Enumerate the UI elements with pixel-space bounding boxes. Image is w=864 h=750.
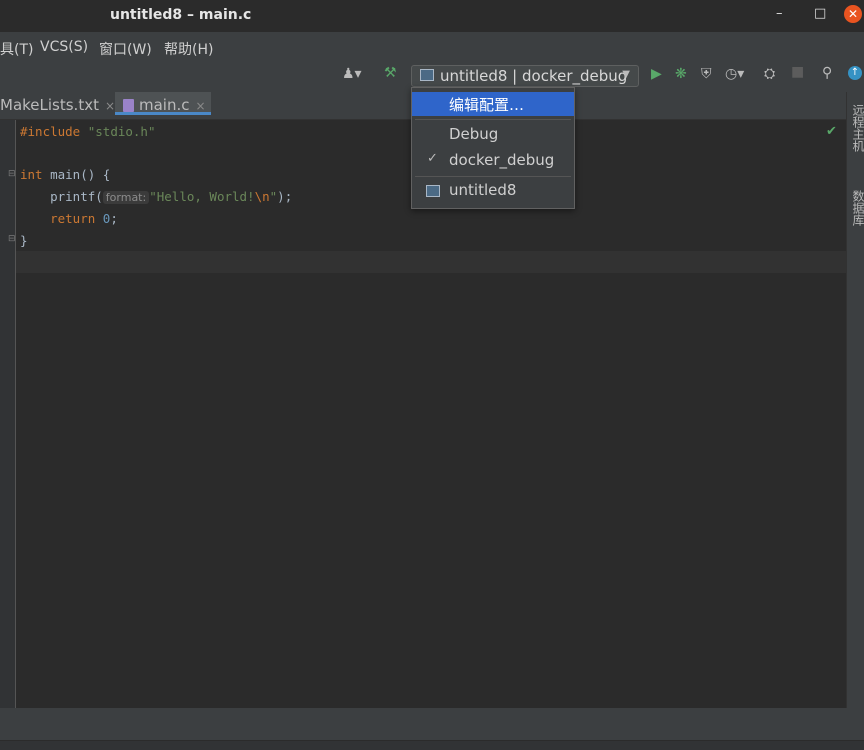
- close-icon[interactable]: ×: [196, 99, 206, 113]
- search-icon[interactable]: ⚲: [822, 65, 832, 81]
- config-item-debug[interactable]: Debug: [412, 123, 574, 147]
- run-config-label: untitled8 | docker_debug: [440, 67, 628, 85]
- run-icon[interactable]: ▶: [651, 66, 662, 82]
- close-icon[interactable]: ×: [105, 99, 115, 113]
- separator: [415, 119, 571, 120]
- code-line-6: }: [20, 233, 28, 248]
- title-bar: untitled8 – main.c – □ ✕: [0, 0, 864, 32]
- minimize-button[interactable]: –: [776, 6, 783, 21]
- right-tool-panel: 远程主机 数据库: [846, 92, 864, 708]
- check-icon: ✓: [427, 151, 438, 166]
- menu-vcs[interactable]: VCS(S): [40, 39, 88, 55]
- remote-host-tool[interactable]: 远程主机: [850, 104, 864, 152]
- editor-gutter[interactable]: [0, 120, 16, 708]
- code-line-3: int main() {: [20, 167, 111, 182]
- c-file-icon: [123, 99, 134, 112]
- target-item-untitled8[interactable]: untitled8: [412, 179, 574, 203]
- coverage-icon[interactable]: ⛨: [701, 66, 712, 82]
- checkmark-icon: ✔: [826, 124, 837, 139]
- config-item-docker-debug[interactable]: ✓ docker_debug: [412, 149, 574, 173]
- close-window-button[interactable]: ✕: [844, 5, 862, 23]
- tab-main-c[interactable]: main.c ×: [115, 92, 211, 115]
- menu-window[interactable]: 窗口(W): [99, 39, 152, 59]
- config-icon: [420, 69, 434, 81]
- code-line-4: printf(format: "Hello, World!\n");: [20, 189, 293, 204]
- chevron-down-icon: ▼: [622, 69, 630, 80]
- update-icon[interactable]: ↑: [848, 66, 862, 80]
- person-icon[interactable]: ♟▾: [342, 66, 362, 82]
- menu-help[interactable]: 帮助(H): [164, 39, 213, 59]
- code-line-5: return 0;: [20, 211, 118, 226]
- current-line-highlight: [16, 251, 846, 273]
- code-line-1: #include "stdio.h": [20, 124, 156, 139]
- menu-bar: 具(T) VCS(S) 窗口(W) 帮助(H): [0, 32, 864, 62]
- database-tool[interactable]: 数据库: [850, 190, 864, 226]
- run-config-selector[interactable]: untitled8 | docker_debug ▼: [411, 65, 639, 87]
- tab-cmakelists[interactable]: MakeLists.txt ×: [0, 92, 115, 122]
- tab-label: main.c: [139, 96, 190, 114]
- run-config-dropdown: 编辑配置… Debug ✓ docker_debug untitled8: [411, 87, 575, 209]
- menu-tools[interactable]: 具(T): [0, 39, 33, 59]
- config-icon: [426, 185, 440, 197]
- stop-icon[interactable]: ■: [791, 64, 804, 80]
- bug-icon[interactable]: ❋: [675, 66, 687, 82]
- edit-configurations-item[interactable]: 编辑配置…: [412, 92, 574, 116]
- tab-label: MakeLists.txt: [0, 96, 99, 114]
- parameter-hint: format:: [102, 191, 150, 204]
- maximize-button[interactable]: □: [814, 6, 826, 21]
- window-title: untitled8 – main.c: [110, 7, 252, 23]
- attach-icon[interactable]: ⛭: [764, 66, 775, 82]
- fold-icon[interactable]: ⊟: [8, 234, 16, 244]
- separator: [415, 176, 571, 177]
- profile-icon[interactable]: ◷▾: [725, 66, 744, 82]
- hammer-icon[interactable]: ⚒: [384, 65, 397, 81]
- fold-icon[interactable]: ⊟: [8, 169, 16, 179]
